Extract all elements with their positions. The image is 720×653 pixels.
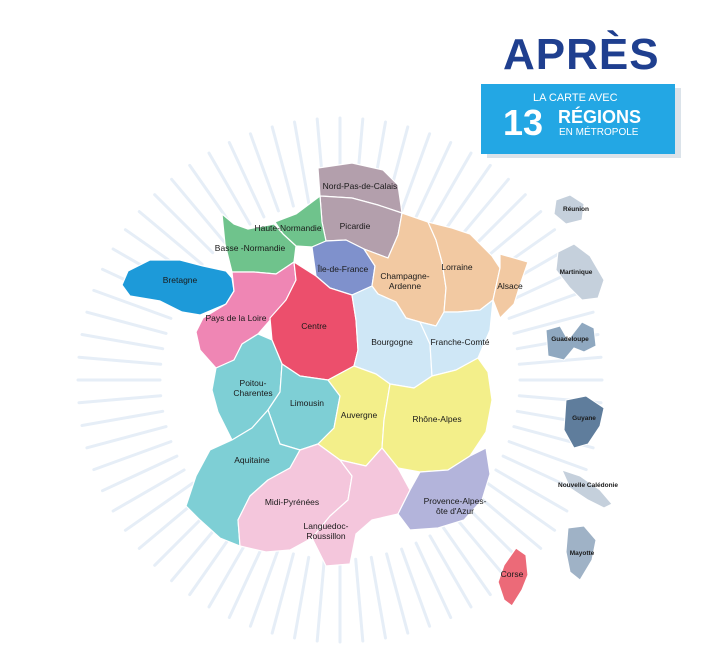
region-label-nord: Nord-Pas-de-Calais (323, 181, 398, 191)
sunburst-ray (270, 125, 295, 208)
sunburst-ray (170, 177, 226, 244)
sunburst-ray (293, 555, 311, 640)
sunburst-ray (123, 481, 195, 532)
region-label-aquitaine: Aquitaine (234, 455, 270, 465)
region-label-lorraine: Lorraine (441, 262, 472, 272)
region-label-pdl: Pays de la Loire (206, 313, 267, 323)
sunburst-ray (270, 552, 295, 635)
sunburst-ray (80, 333, 165, 351)
sunburst-ray (77, 394, 163, 405)
map-infographic: APRÈS LA CARTE AVEC 13 RÉGIONS EN MÉTROP… (0, 0, 720, 653)
region-label-centre: Centre (301, 321, 327, 331)
sunburst-ray (494, 468, 569, 513)
sunburst-ray (85, 310, 168, 335)
region-label-haute_normandie: Haute-Normandie (254, 223, 321, 233)
region-label-rhone: Rhône-Alpes (412, 414, 461, 424)
sunburst-ray (137, 210, 204, 266)
sunburst-ray (428, 534, 473, 609)
sunburst-ray (77, 355, 163, 366)
region-label-limousin: Limousin (290, 398, 324, 408)
overseas-layer (545, 194, 613, 581)
sunburst-ray (476, 494, 543, 550)
region-label-basse_normandie: Basse -Normandie (215, 243, 286, 253)
overseas-caledonie (561, 469, 613, 509)
sunburst-ray (385, 552, 410, 635)
france-map: Nord-Pas-de-Calais Picardie Haute-Normandi… (76, 116, 618, 644)
overseas-label-reunion: Réunion (563, 206, 589, 213)
region-label-idf: Île-de-France (317, 264, 369, 274)
region-label-corse: Corse (501, 569, 524, 579)
sunburst-ray (207, 151, 252, 226)
overseas-label-caledonie: Nouvelle Calédonie (558, 482, 618, 489)
sunburst-ray (293, 120, 311, 205)
overseas-label-martinique: Martinique (560, 269, 593, 276)
sunburst-ray (441, 163, 492, 235)
sunburst-ray (85, 425, 168, 450)
region-label-bretagne: Bretagne (163, 275, 198, 285)
region-label-alsace: Alsace (497, 281, 523, 291)
sunburst-ray (441, 525, 492, 597)
sunburst-ray (354, 557, 365, 643)
sunburst-ray (369, 555, 387, 640)
region-label-franche: Franche-Comté (430, 337, 489, 347)
region-label-midi: Midi-Pyrénées (265, 497, 319, 507)
overseas-label-mayotte: Mayotte (570, 550, 595, 557)
overseas-guyane (563, 395, 605, 449)
sunburst-ray (80, 409, 165, 427)
region-label-bourgogne: Bourgogne (371, 337, 413, 347)
sunburst-ray (111, 468, 186, 513)
overseas-label-guyane: Guyane (572, 415, 596, 422)
region-label-picardie: Picardie (340, 221, 371, 231)
sunburst-ray (315, 557, 326, 643)
sunburst-ray (485, 481, 557, 532)
sunburst-ray (428, 151, 473, 226)
region-label-languedoc: Languedoc-Roussillon (304, 521, 349, 541)
sunburst-ray (153, 193, 215, 255)
region-label-auvergne: Auvergne (341, 410, 378, 420)
overseas-label-guadeloupe: Guadeloupe (551, 336, 589, 343)
